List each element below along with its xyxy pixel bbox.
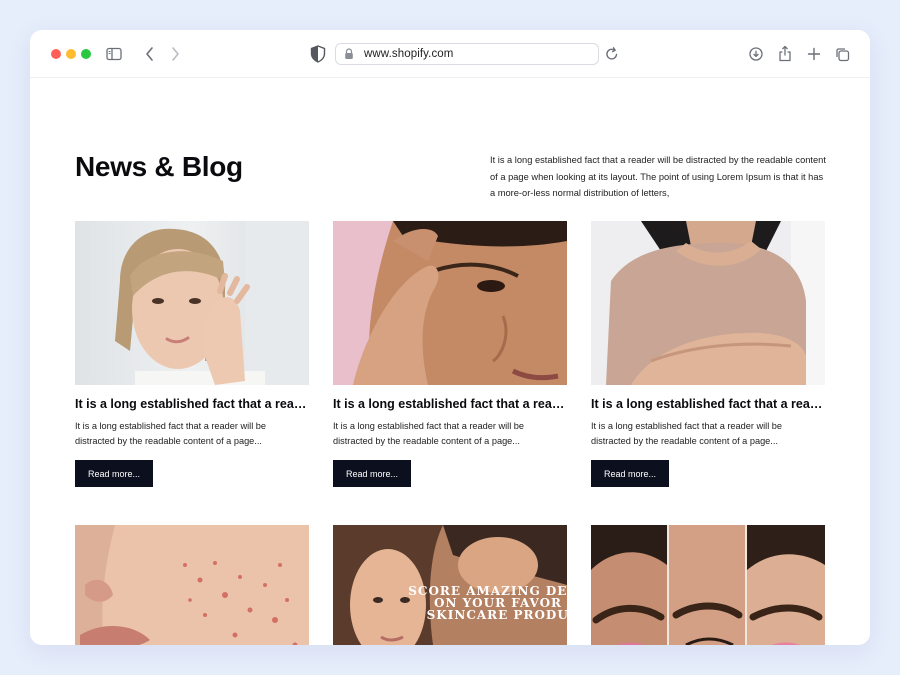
browser-toolbar: www.shopify.com xyxy=(30,30,870,78)
blog-card: It is a long established fact that a rea… xyxy=(333,221,567,487)
blog-card-title[interactable]: It is a long established fact that a rea… xyxy=(591,397,825,411)
forward-arrow-icon[interactable] xyxy=(170,46,180,62)
page-intro: It is a long established fact that a rea… xyxy=(490,155,826,198)
read-more-button[interactable]: Read more... xyxy=(591,460,669,487)
read-more-button[interactable]: Read more... xyxy=(75,460,153,487)
blog-card-title[interactable]: It is a long established fact that a rea… xyxy=(75,397,309,411)
privacy-shield-icon[interactable] xyxy=(310,45,326,63)
download-icon[interactable] xyxy=(749,47,763,61)
lock-icon xyxy=(345,48,353,59)
blog-image-closeup-face-skin[interactable] xyxy=(333,221,567,385)
address-url[interactable]: www.shopify.com xyxy=(364,48,453,60)
blog-image-woman-shoulder[interactable] xyxy=(591,221,825,385)
page-content: News & Blog It is a long established fac… xyxy=(30,79,870,645)
minimize-window-button[interactable] xyxy=(66,49,76,59)
blog-card xyxy=(591,525,825,645)
blog-card: It is a long established fact that a rea… xyxy=(75,221,309,487)
blog-card: It is a long established fact that a rea… xyxy=(591,221,825,487)
close-window-button[interactable] xyxy=(51,49,61,59)
blog-card-title[interactable]: It is a long established fact that a rea… xyxy=(333,397,567,411)
blog-card-excerpt: It is a long established fact that a rea… xyxy=(333,421,525,446)
back-arrow-icon[interactable] xyxy=(145,46,155,62)
share-icon[interactable] xyxy=(778,45,792,62)
blog-card: SCORE AMAZING DEA ON YOUR FAVOR SKINCARE… xyxy=(333,525,567,645)
reload-icon[interactable] xyxy=(605,46,619,62)
blog-image-skincare-promo[interactable]: SCORE AMAZING DEA ON YOUR FAVOR SKINCARE… xyxy=(333,525,567,645)
new-tab-plus-icon[interactable] xyxy=(807,47,821,61)
promo-line-3: SKINCARE PRODUC xyxy=(427,608,567,622)
blog-image-eyebrow-closeups[interactable] xyxy=(591,525,825,645)
blog-image-acne-skin[interactable] xyxy=(75,525,309,645)
blog-image-woman-touching-cheek[interactable] xyxy=(75,221,309,385)
sidebar-icon[interactable] xyxy=(106,47,122,61)
read-more-button[interactable]: Read more... xyxy=(333,460,411,487)
blog-card-excerpt: It is a long established fact that a rea… xyxy=(75,421,267,446)
browser-window: www.shopify.com News & Blog It is a long… xyxy=(30,30,870,645)
page-title: News & Blog xyxy=(75,151,243,182)
address-bar[interactable]: www.shopify.com xyxy=(335,43,599,65)
blog-card-excerpt: It is a long established fact that a rea… xyxy=(591,421,783,446)
zoom-window-button[interactable] xyxy=(81,49,91,59)
blog-card xyxy=(75,525,309,645)
tabs-overview-icon[interactable] xyxy=(835,47,850,62)
